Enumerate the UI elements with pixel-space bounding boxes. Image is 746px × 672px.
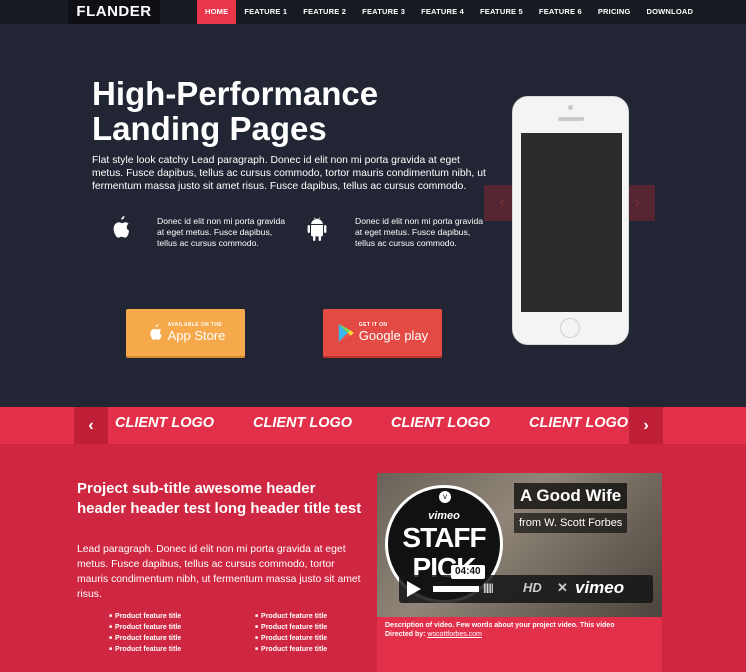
hero-section: High-Performance Landing Pages Flat styl… <box>0 24 746 407</box>
feature-list-left: Product feature title Product feature ti… <box>109 611 181 655</box>
nav-item-pricing[interactable]: PRICING <box>590 0 639 24</box>
hero-title: High-Performance Landing Pages <box>92 76 472 146</box>
main-menu: HOME FEATURE 1 FEATURE 2 FEATURE 3 FEATU… <box>197 0 701 24</box>
apple-feature-text: Donec id elit non mi porta gravida at eg… <box>157 216 286 248</box>
list-item: Product feature title <box>255 611 327 622</box>
list-item: Product feature title <box>109 644 181 655</box>
carousel-prev-button[interactable]: ‹ <box>74 407 108 444</box>
video-directed-by: Directed by: <box>385 631 426 638</box>
video-caption: Description of video. Few words about yo… <box>377 617 662 672</box>
video-author-name[interactable]: W. Scott Forbes <box>544 517 622 529</box>
video-time-tooltip: 04:40 <box>451 565 485 579</box>
badge-line1: STAFF <box>402 522 486 553</box>
video-title[interactable]: A Good Wife <box>514 483 628 509</box>
phone-speaker <box>558 117 584 121</box>
client-logo-carousel: ‹ CLIENT LOGO CLIENT LOGO CLIENT LOGO CL… <box>0 407 746 445</box>
list-item: Product feature title <box>109 633 181 644</box>
phone-screen <box>521 133 622 312</box>
app-store-button[interactable]: AVAILABLE ON THE App Store <box>126 309 245 358</box>
hero-title-line1: High-Performance <box>92 75 379 112</box>
volume-icon[interactable]: |||||| <box>483 583 494 594</box>
vimeo-logo[interactable]: vimeo <box>575 578 624 598</box>
video-caption-text: Description of video. Few words about yo… <box>377 617 662 643</box>
apple-icon <box>150 323 162 340</box>
apple-icon <box>113 216 129 238</box>
list-item: Product feature title <box>255 644 327 655</box>
app-store-big: App Store <box>167 328 226 343</box>
badge-brand: vimeo <box>428 510 460 522</box>
video-from-prefix: from <box>519 517 541 529</box>
project-subtitle: Project sub-title awesome header header … <box>77 480 362 517</box>
google-play-button[interactable]: GET IT ON Google play <box>323 309 442 358</box>
android-icon <box>307 217 327 241</box>
list-item: Product feature title <box>255 633 327 644</box>
nav-item-download[interactable]: DOWNLOAD <box>639 0 702 24</box>
hero-title-line2: Landing Pages <box>92 110 327 147</box>
list-item: Product feature title <box>109 611 181 622</box>
google-play-label: GET IT ON Google play <box>359 322 428 343</box>
nav-item-home[interactable]: HOME <box>197 0 237 24</box>
nav-item-feature-3[interactable]: FEATURE 3 <box>354 0 413 24</box>
vimeo-v-icon: v <box>439 491 451 503</box>
phone-mockup <box>512 96 629 345</box>
client-logo-3: CLIENT LOGO <box>391 415 491 431</box>
fullscreen-icon[interactable]: ✕ <box>557 580 568 596</box>
video-controls: |||||| HD ✕ vimeo <box>399 575 653 603</box>
director-link[interactable]: wscottforbes.com <box>427 631 481 638</box>
client-logo-1: CLIENT LOGO <box>115 415 215 431</box>
feature-list-right: Product feature title Product feature ti… <box>255 611 327 655</box>
google-play-big: Google play <box>358 328 429 343</box>
video-author: from W. Scott Forbes <box>514 513 628 533</box>
app-store-label: AVAILABLE ON THE App Store <box>168 322 226 343</box>
video-progress-bar[interactable] <box>433 586 479 592</box>
client-logo-4: CLIENT LOGO <box>529 415 629 431</box>
nav-item-feature-1[interactable]: FEATURE 1 <box>236 0 295 24</box>
project-section: Project sub-title awesome header header … <box>0 445 746 672</box>
project-lead: Lead paragraph. Donec id elit non mi por… <box>77 544 361 600</box>
nav-item-feature-4[interactable]: FEATURE 4 <box>413 0 472 24</box>
nav-item-feature-5[interactable]: FEATURE 5 <box>472 0 531 24</box>
hero-lead: Flat style look catchy Lead paragraph. D… <box>92 155 486 192</box>
nav-item-feature-2[interactable]: FEATURE 2 <box>295 0 354 24</box>
carousel-next-button[interactable]: › <box>629 407 663 444</box>
top-navbar: FLANDER HOME FEATURE 1 FEATURE 2 FEATURE… <box>0 0 746 24</box>
brand-logo[interactable]: FLANDER <box>68 0 160 24</box>
play-icon[interactable] <box>407 581 421 597</box>
hd-toggle[interactable]: HD <box>523 580 542 595</box>
list-item: Product feature title <box>255 622 327 633</box>
google-play-icon <box>338 323 354 342</box>
phone-home-button <box>560 318 580 338</box>
nav-item-feature-6[interactable]: FEATURE 6 <box>531 0 590 24</box>
video-player[interactable]: v vimeo STAFF PICK A Good Wife from W. S… <box>377 473 662 617</box>
list-item: Product feature title <box>109 622 181 633</box>
phone-camera <box>568 105 573 110</box>
client-logo-2: CLIENT LOGO <box>253 415 353 431</box>
video-description: Description of video. Few words about yo… <box>385 622 615 629</box>
android-feature-text: Donec id elit non mi porta gravida at eg… <box>355 216 484 248</box>
